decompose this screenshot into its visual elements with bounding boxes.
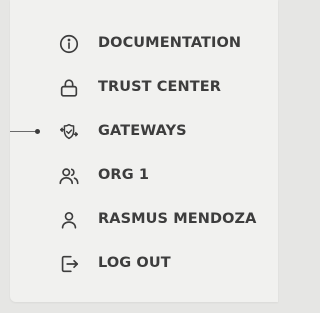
users-icon <box>58 165 80 187</box>
menu-item-label: GATEWAYS <box>98 123 187 139</box>
gateway-shield-icon <box>58 121 80 143</box>
indicator-line <box>10 131 36 132</box>
logout-icon <box>58 253 80 275</box>
menu-item-label: TRUST CENTER <box>98 79 222 95</box>
active-item-indicator <box>10 129 40 134</box>
menu-item-gateways[interactable]: GATEWAYS <box>10 110 278 154</box>
user-icon <box>58 209 80 231</box>
info-circle-icon <box>58 33 80 55</box>
lock-icon <box>58 77 80 99</box>
account-menu: DOCUMENTATION TRUST CENTER GATEWAYS ORG … <box>10 22 278 286</box>
menu-item-documentation[interactable]: DOCUMENTATION <box>10 22 278 66</box>
menu-item-org[interactable]: ORG 1 <box>10 154 278 198</box>
menu-item-label: RASMUS MENDOZA <box>98 211 257 227</box>
indicator-dot <box>35 129 40 134</box>
menu-item-trust-center[interactable]: TRUST CENTER <box>10 66 278 110</box>
menu-item-label: ORG 1 <box>98 167 150 183</box>
menu-item-label: LOG OUT <box>98 255 171 271</box>
menu-item-label: DOCUMENTATION <box>98 35 242 51</box>
menu-item-log-out[interactable]: LOG OUT <box>10 242 278 286</box>
account-menu-panel: DOCUMENTATION TRUST CENTER GATEWAYS ORG … <box>10 0 278 302</box>
menu-item-user-profile[interactable]: RASMUS MENDOZA <box>10 198 278 242</box>
